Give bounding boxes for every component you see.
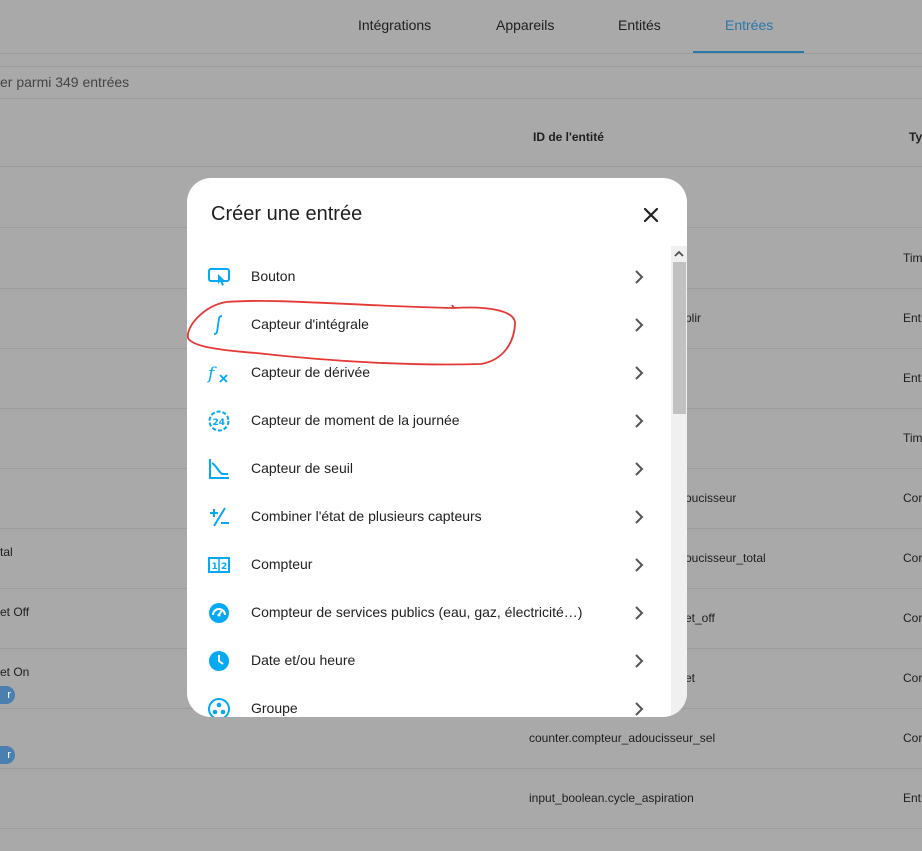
cell-entity-id: input_boolean.cycle_aspiration [529, 791, 694, 805]
cell-name: et On [0, 665, 30, 679]
group-icon [208, 698, 230, 717]
plus-minus-icon [210, 507, 229, 527]
cell-entity-id: plir [685, 311, 702, 325]
cell-entity-id: oucisseur [685, 491, 737, 505]
status-chip: r [0, 686, 15, 704]
scroll-up-arrow-icon[interactable] [671, 246, 687, 262]
cell-type: Cor [903, 491, 922, 505]
list-item-combine-sensors[interactable]: Combiner l'état de plusieurs capteurs [187, 493, 671, 541]
list-item-counter[interactable]: 1 2 Compteur [187, 541, 671, 589]
column-header-entity-id[interactable]: ID de l'entité [533, 130, 604, 144]
svg-text:2: 2 [221, 562, 227, 572]
list-item-label: Compteur [251, 556, 313, 572]
chevron-right-icon [635, 462, 644, 476]
dialog-title: Créer une entrée [211, 203, 363, 225]
status-chip: r [0, 746, 15, 764]
chevron-right-icon [635, 510, 644, 524]
list-item-label: Groupe [251, 700, 298, 716]
chevron-right-icon [635, 702, 644, 716]
list-item-group[interactable]: Groupe [187, 685, 671, 717]
cell-name: tal [0, 545, 13, 559]
cell-type: Cor [903, 671, 922, 685]
cell-type: Ent [903, 371, 922, 385]
function-variant-icon: f [207, 364, 228, 384]
tab-entities[interactable]: Entités [618, 17, 661, 33]
tab-devices[interactable]: Appareils [496, 17, 554, 33]
chevron-right-icon [635, 414, 644, 428]
list-item-label: Combiner l'état de plusieurs capteurs [251, 508, 482, 524]
clock-icon [209, 651, 229, 671]
list-item-threshold-sensor[interactable]: Capteur de seuil [187, 445, 671, 493]
cell-name: et Off [0, 605, 30, 619]
search-bar[interactable]: er parmi 349 entrées [0, 66, 922, 99]
threshold-chart-icon [209, 459, 229, 479]
helper-type-list: Bouton Capteur d'intégrale f Capteur de … [187, 253, 671, 717]
cell-type: Ent [903, 791, 922, 805]
chevron-right-icon [635, 270, 644, 284]
cell-entity-id: counter.compteur_adoucisseur_sel [529, 731, 716, 745]
table-row[interactable]: r counter.compteur_adoucisseur_sel Cor [0, 708, 922, 769]
gesture-tap-button-icon [208, 268, 230, 286]
list-item-utility-meter[interactable]: Compteur de services publics (eau, gaz, … [187, 589, 671, 637]
cell-entity-id: et_off [685, 611, 715, 625]
table-row[interactable]: input_boolean.cycle_aspiration Ent [0, 768, 922, 829]
chevron-right-icon [635, 366, 644, 380]
svg-text:1: 1 [212, 562, 218, 572]
create-helper-dialog: Créer une entrée Bouton Capteur d'intégr… [187, 178, 687, 717]
list-item-label: Bouton [251, 268, 296, 284]
list-item-label: Capteur de dérivée [251, 364, 371, 380]
list-item-label: Capteur de moment de la journée [251, 412, 460, 428]
cell-type: Tim [903, 431, 922, 445]
list-item-label: Date et/ou heure [251, 652, 356, 668]
hours-24-icon: 24 [208, 410, 230, 432]
close-button[interactable] [637, 201, 665, 229]
cell-entity-id: oucisseur_total [685, 551, 766, 565]
svg-text:f: f [207, 364, 217, 384]
counter-icon: 1 2 [208, 557, 230, 573]
list-item-integral-sensor[interactable]: Capteur d'intégrale [187, 301, 671, 349]
list-item-label: Capteur de seuil [251, 460, 353, 476]
list-item-times-of-day-sensor[interactable]: 24 Capteur de moment de la journée [187, 397, 671, 445]
chevron-right-icon [635, 318, 644, 332]
list-item-label: Compteur de services publics (eau, gaz, … [251, 604, 583, 620]
chevron-right-icon [635, 558, 644, 572]
scrollbar-thumb[interactable] [673, 262, 686, 414]
svg-text:24: 24 [213, 418, 226, 428]
close-icon[interactable] [637, 201, 665, 229]
list-item-date-time[interactable]: Date et/ou heure [187, 637, 671, 685]
list-item-derivative-sensor[interactable]: f Capteur de dérivée [187, 349, 671, 397]
gauge-icon [209, 603, 229, 623]
integral-icon [213, 315, 223, 335]
list-item-label: Capteur d'intégrale [251, 316, 369, 332]
table-header: ID de l'entité Ty [0, 98, 922, 167]
column-header-type[interactable]: Ty [909, 130, 922, 144]
tab-integrations[interactable]: Intégrations [358, 17, 431, 33]
search-input[interactable]: er parmi 349 entrées [0, 74, 129, 90]
cell-type: Cor [903, 731, 922, 745]
active-tab-indicator [693, 51, 804, 53]
chevron-right-icon [635, 654, 644, 668]
tab-bar: Intégrations Appareils Entités Entrées [0, 0, 922, 54]
cell-type: Cor [903, 611, 922, 625]
cell-type: Ent [903, 311, 922, 325]
cell-type: Tim [903, 251, 922, 265]
chevron-right-icon [635, 606, 644, 620]
tab-helpers[interactable]: Entrées [725, 17, 773, 33]
list-item-button[interactable]: Bouton [187, 253, 671, 301]
cell-type: Cor [903, 551, 922, 565]
